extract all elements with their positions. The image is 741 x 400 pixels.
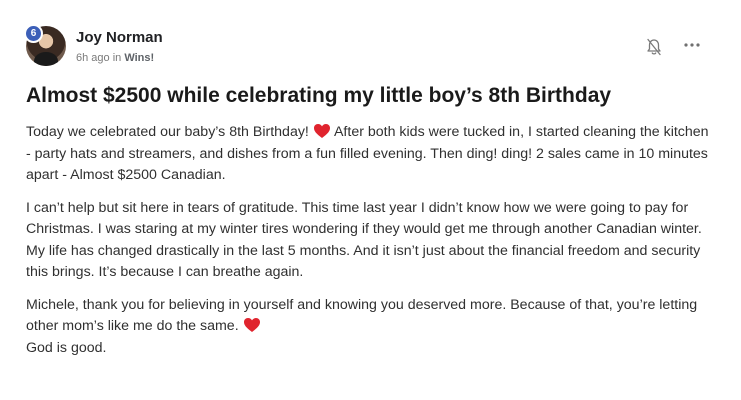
author-name[interactable]: Joy Norman	[76, 29, 163, 46]
post-text: God is good.	[26, 339, 107, 356]
post-title: Almost $2500 while celebrating my little…	[26, 84, 612, 107]
post-paragraph-3: Michele, thank you for believing in your…	[26, 295, 716, 360]
level-badge: 6	[24, 24, 43, 43]
post-time: 6h ago in	[76, 52, 125, 64]
heart-icon	[313, 123, 331, 139]
post-text: Michele, thank you for believing in your…	[26, 296, 698, 335]
post-card: 6 Joy Norman 6h ago in Wins! Almost $250…	[0, 0, 741, 400]
post-category-link[interactable]: Wins!	[124, 52, 154, 64]
heart-icon	[243, 317, 261, 333]
post-text: Today we celebrated our baby’s 8th Birth…	[26, 124, 313, 140]
post-paragraph-1: Today we celebrated our baby’s 8th Birth…	[26, 122, 716, 187]
post-body: Today we celebrated our baby’s 8th Birth…	[26, 122, 716, 370]
post-paragraph-2: I can’t help but sit here in tears of gr…	[26, 199, 702, 281]
bell-off-icon[interactable]	[646, 38, 662, 56]
post-meta: 6h ago in Wins!	[76, 52, 154, 64]
more-options-icon[interactable]	[683, 37, 701, 53]
